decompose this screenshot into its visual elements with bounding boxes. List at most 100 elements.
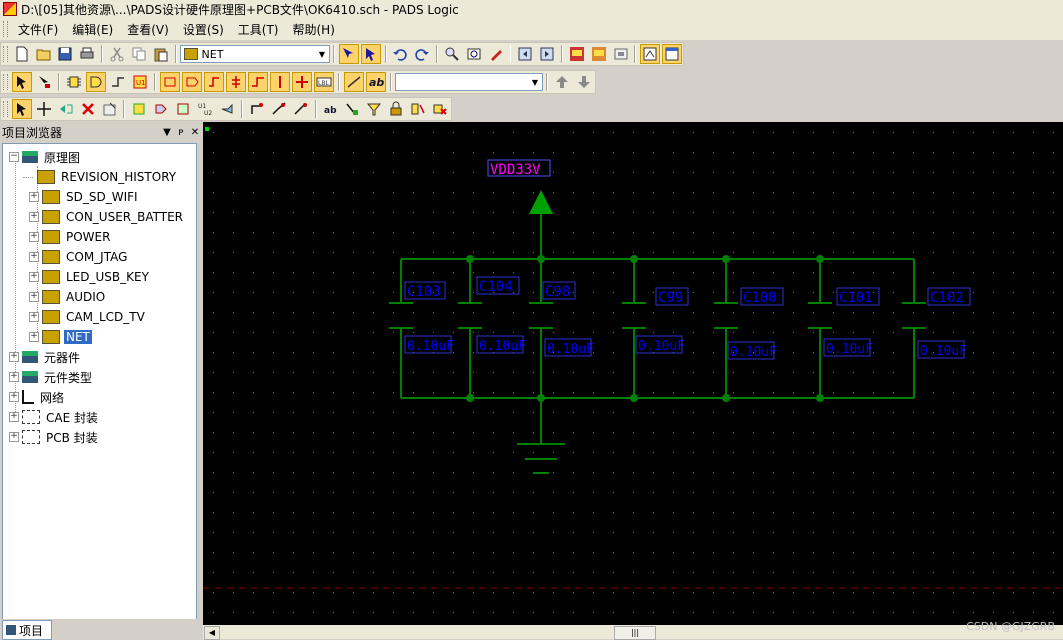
cap-value-c98[interactable]: 0.10uF bbox=[547, 342, 594, 357]
tree-item-sheet[interactable]: + CAM_LCD_TV bbox=[29, 308, 147, 326]
chevron-down-icon[interactable]: ▼ bbox=[528, 74, 542, 90]
schematic-canvas[interactable]: VDD33V C103 C104 C98 C99 C100 C101 C102 … bbox=[203, 122, 1063, 639]
junction-dot[interactable] bbox=[466, 394, 474, 402]
menu-tools[interactable]: 工具(T) bbox=[231, 21, 286, 38]
junction-dot[interactable] bbox=[630, 255, 638, 263]
expand-icon[interactable]: + bbox=[29, 232, 39, 242]
expand-icon[interactable]: + bbox=[9, 432, 19, 442]
sheet-next-icon[interactable] bbox=[537, 44, 557, 64]
menu-file[interactable]: 文件(F) bbox=[11, 21, 65, 38]
paste-icon[interactable] bbox=[151, 44, 171, 64]
toolbar-grip[interactable] bbox=[3, 46, 8, 62]
junction-dot[interactable] bbox=[722, 394, 730, 402]
pads-tools-icon[interactable] bbox=[611, 44, 631, 64]
tree-item-sheet[interactable]: + POWER bbox=[29, 228, 112, 246]
power-symbol-icon[interactable] bbox=[204, 72, 224, 92]
cap-value-c99[interactable]: 0.10uF bbox=[638, 339, 685, 354]
pads-layout-icon[interactable] bbox=[589, 44, 609, 64]
cap-ref-c101[interactable]: C101 bbox=[839, 290, 873, 306]
scroll-left-icon[interactable]: ◀ bbox=[204, 626, 220, 640]
select-mode-icon[interactable] bbox=[360, 44, 381, 64]
tab-project[interactable]: 项目 bbox=[2, 620, 52, 640]
edit-part-icon[interactable] bbox=[342, 99, 362, 119]
select-pointer-icon[interactable] bbox=[12, 72, 32, 92]
pin-icon[interactable]: ᴘ bbox=[174, 127, 188, 138]
add-text-icon[interactable]: ab bbox=[366, 72, 386, 92]
off-page-icon[interactable] bbox=[160, 72, 180, 92]
cap-ref-c99[interactable]: C99 bbox=[658, 290, 683, 306]
menu-setup[interactable]: 设置(S) bbox=[176, 21, 231, 38]
schematic-drawing[interactable]: VDD33V C103 C104 C98 C99 C100 C101 C102 … bbox=[203, 122, 1063, 625]
arrow-up-icon[interactable] bbox=[552, 72, 572, 92]
split-segment-icon[interactable] bbox=[269, 99, 289, 119]
arrow-down-icon[interactable] bbox=[574, 72, 594, 92]
tree-item-sheet[interactable]: + COM_JTAG bbox=[29, 248, 129, 266]
expand-icon[interactable]: + bbox=[9, 412, 19, 422]
change-component-icon[interactable] bbox=[173, 99, 193, 119]
properties-icon[interactable] bbox=[100, 99, 120, 119]
tree-item-sheet[interactable]: + AUDIO bbox=[29, 288, 107, 306]
close-icon[interactable]: ✕ bbox=[188, 127, 202, 138]
sheet-prev-icon[interactable] bbox=[515, 44, 535, 64]
add-wire-icon[interactable] bbox=[248, 72, 268, 92]
redraw-icon[interactable] bbox=[486, 44, 506, 64]
expand-icon[interactable]: + bbox=[29, 212, 39, 222]
add-gate-icon[interactable] bbox=[86, 72, 106, 92]
delete-part-icon[interactable] bbox=[430, 99, 450, 119]
collapse-icon[interactable]: − bbox=[9, 152, 19, 162]
zoom-window-icon[interactable] bbox=[464, 44, 484, 64]
edit-text-icon[interactable]: ab bbox=[321, 99, 341, 119]
chevron-down-icon[interactable]: ▼ bbox=[160, 127, 174, 138]
cap-ref-c102[interactable]: C102 bbox=[930, 290, 964, 306]
menu-help[interactable]: 帮助(H) bbox=[286, 21, 342, 38]
menu-view[interactable]: 查看(V) bbox=[120, 21, 176, 38]
add-miter-icon[interactable] bbox=[291, 99, 311, 119]
selection-toolbar-icon[interactable] bbox=[662, 44, 683, 64]
open-folder-icon[interactable] bbox=[34, 44, 54, 64]
tree-item-sheet[interactable]: REVISION_HISTORY bbox=[23, 168, 178, 186]
expand-icon[interactable]: + bbox=[29, 332, 39, 342]
cap-value-c104[interactable]: 0.10uF bbox=[479, 339, 526, 354]
expand-icon[interactable]: + bbox=[9, 392, 19, 402]
cap-value-c103[interactable]: 0.10uF bbox=[407, 339, 454, 354]
select-arrow-icon[interactable] bbox=[11, 99, 32, 119]
lock-icon[interactable] bbox=[386, 99, 406, 119]
cut-icon[interactable] bbox=[107, 44, 127, 64]
tree-group-cae-decals[interactable]: + CAE 封装 bbox=[9, 408, 100, 426]
tree-item-sheet-selected[interactable]: + NET bbox=[29, 328, 92, 346]
design-toolbar-icon[interactable] bbox=[640, 44, 661, 64]
copy-icon[interactable] bbox=[129, 44, 149, 64]
junction-dot[interactable] bbox=[466, 255, 474, 263]
junction-dot[interactable] bbox=[816, 255, 824, 263]
junction-dot[interactable] bbox=[722, 255, 730, 263]
expand-icon[interactable]: + bbox=[29, 272, 39, 282]
tree-group-parts[interactable]: + 元器件 bbox=[9, 348, 82, 366]
swap-gate-icon[interactable] bbox=[151, 99, 171, 119]
redo-icon[interactable] bbox=[412, 44, 432, 64]
expand-icon[interactable]: + bbox=[9, 372, 19, 382]
undo-icon[interactable] bbox=[391, 44, 411, 64]
net-selector[interactable]: NET ▼ bbox=[179, 45, 330, 63]
delete-icon[interactable] bbox=[78, 99, 98, 119]
add-bus-icon[interactable]: U1 bbox=[130, 72, 150, 92]
tree-group-pcb-decals[interactable]: + PCB 封装 bbox=[9, 428, 100, 446]
add-pin-icon[interactable] bbox=[270, 72, 290, 92]
junction-dot[interactable] bbox=[630, 394, 638, 402]
menu-edit[interactable]: 编辑(E) bbox=[65, 21, 120, 38]
chevron-down-icon[interactable]: ▼ bbox=[315, 46, 329, 62]
toolbar-grip[interactable] bbox=[3, 101, 8, 117]
toolbar-grip[interactable] bbox=[3, 21, 8, 37]
tree-item-sheet[interactable]: + SD_SD_WIFI bbox=[29, 188, 140, 206]
expand-icon[interactable]: + bbox=[9, 352, 19, 362]
tree-item-sheet[interactable]: + CON_USER_BATTER bbox=[29, 208, 185, 226]
expand-icon[interactable]: + bbox=[29, 312, 39, 322]
add-connection-icon[interactable] bbox=[108, 72, 128, 92]
toolbar-grip[interactable] bbox=[3, 74, 8, 90]
renumber-icon[interactable]: U1 U2 bbox=[195, 99, 215, 119]
text-selector[interactable]: ▼ bbox=[395, 73, 543, 91]
assign-value-icon[interactable] bbox=[408, 99, 428, 119]
zoom-icon[interactable] bbox=[442, 44, 462, 64]
cap-value-c101[interactable]: 0.10uF bbox=[826, 342, 873, 357]
cap-ref-c98[interactable]: C98 bbox=[545, 284, 570, 300]
cap-ref-c103[interactable]: C103 bbox=[407, 284, 441, 300]
